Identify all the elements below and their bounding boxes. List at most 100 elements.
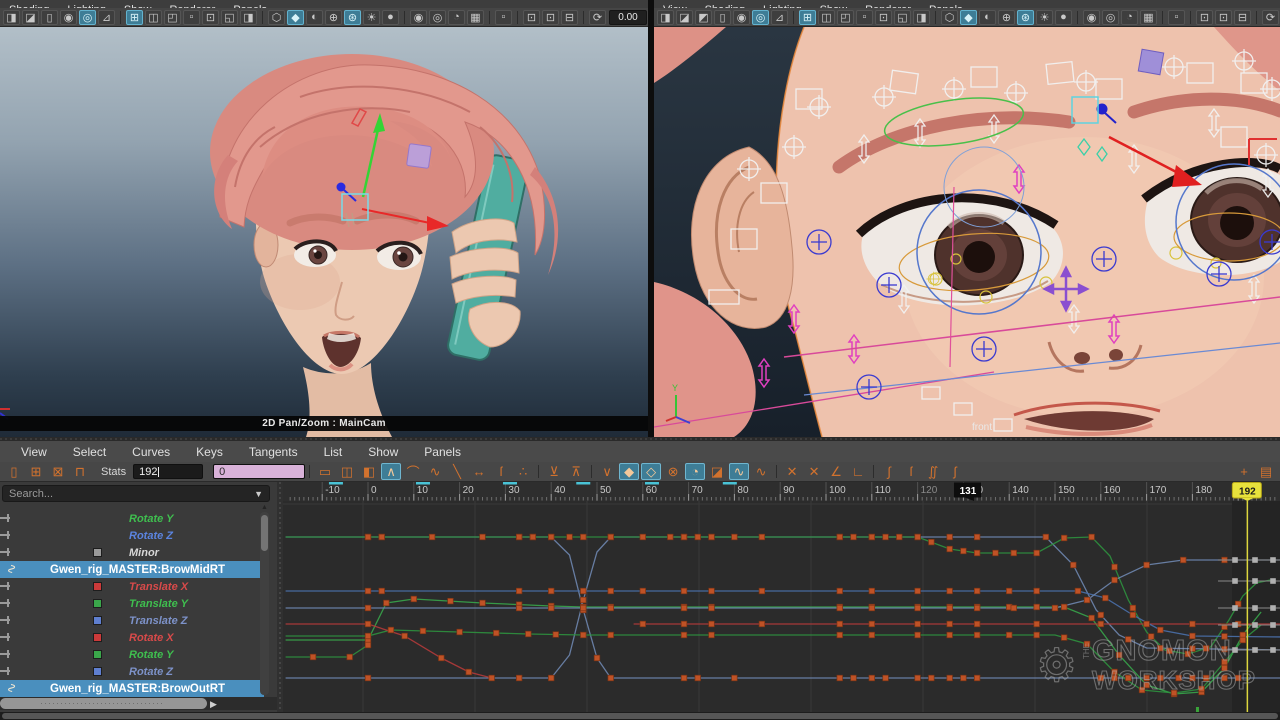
viewport-front[interactable]: ViewShadingLightingShowRendererPanels ◨◪…: [654, 0, 1280, 437]
tree-channel-row[interactable]: Rotate Z: [0, 663, 264, 680]
keyframe[interactable]: [915, 621, 921, 627]
menu-keys[interactable]: Keys: [183, 445, 236, 459]
stats-value-input[interactable]: 0: [213, 464, 305, 479]
toolbar-icon[interactable]: ſ: [491, 463, 511, 480]
pin-channel-icon[interactable]: [0, 548, 11, 556]
toolbar-icon[interactable]: ⊞: [799, 10, 816, 25]
keyframe[interactable]: [1148, 634, 1154, 640]
toolbar-icon[interactable]: ⬡: [268, 10, 285, 25]
keyframe[interactable]: [732, 675, 738, 681]
keyframe[interactable]: [709, 534, 715, 540]
keyframe[interactable]: [384, 600, 390, 606]
channel-color-swatch[interactable]: [93, 650, 102, 659]
viewport-right-toolbar[interactable]: ◨◪◩▯◉◎⊿⊞◫◰▫⊡◱◨⬡◆◐⊕⊛☀●◉◎◔▦▫⊡⊡⊟⟳0.00◑1.00: [654, 8, 1280, 27]
toolbar-icon[interactable]: ⟳: [589, 10, 606, 25]
keyframe[interactable]: [869, 632, 875, 638]
keyframe[interactable]: [915, 675, 921, 681]
keyframe[interactable]: [580, 597, 586, 603]
keyframe[interactable]: [1190, 646, 1196, 652]
keyframe-unselected[interactable]: [1270, 557, 1276, 563]
timeline-bookmark[interactable]: [329, 482, 343, 485]
toolbar-icon[interactable]: ▫: [1168, 10, 1185, 25]
toolbar-icon[interactable]: ↔: [469, 463, 489, 480]
channel-color-swatch[interactable]: [93, 667, 102, 676]
toolbar-icon[interactable]: ⟳: [1262, 10, 1279, 25]
menu-list[interactable]: List: [311, 445, 356, 459]
keyframe[interactable]: [347, 654, 353, 660]
keyframe[interactable]: [1158, 675, 1164, 681]
menu-panels[interactable]: Panels: [224, 3, 276, 8]
toolbar-icon[interactable]: ∴: [513, 463, 533, 480]
keyframe[interactable]: [667, 534, 673, 540]
keyframe[interactable]: [837, 675, 843, 681]
keyframe[interactable]: [1240, 637, 1246, 643]
tree-channel-row[interactable]: Rotate X: [0, 629, 264, 646]
menu-shading[interactable]: Shading: [0, 3, 58, 8]
keyframe[interactable]: [681, 621, 687, 627]
keyframe[interactable]: [869, 534, 875, 540]
toolbar-icon[interactable]: ▤: [1256, 463, 1276, 480]
keyframe[interactable]: [837, 534, 843, 540]
menu-shading[interactable]: Shading: [696, 3, 754, 8]
menu-show[interactable]: Show: [115, 3, 161, 8]
pin-channel-icon[interactable]: [0, 531, 11, 539]
tree-channel-row[interactable]: Translate Y: [0, 595, 264, 612]
channel-color-swatch[interactable]: [93, 616, 102, 625]
keyframe[interactable]: [1139, 687, 1145, 693]
toolbar-icon[interactable]: ⊟: [1234, 10, 1251, 25]
keyframe[interactable]: [837, 632, 843, 638]
pin-channel-icon[interactable]: [0, 599, 11, 607]
keyframe[interactable]: [947, 546, 953, 552]
keyframe[interactable]: [1190, 621, 1196, 627]
keyframe-unselected[interactable]: [1270, 605, 1276, 611]
keyframe[interactable]: [526, 631, 532, 637]
tree-vertical-scrollbar[interactable]: ▲ ▼: [260, 512, 269, 695]
channel-color-swatch[interactable]: [93, 548, 102, 557]
keyframe[interactable]: [1052, 605, 1058, 611]
menu-show[interactable]: Show: [355, 445, 411, 459]
tree-node-row[interactable]: ∿Gwen_rig_MASTER:BrowMidRT: [0, 561, 264, 578]
keyframe[interactable]: [530, 534, 536, 540]
toolbar-icon[interactable]: ▫: [495, 10, 512, 25]
toolbar-icon[interactable]: ⊕: [998, 10, 1015, 25]
keyframe[interactable]: [1084, 597, 1090, 603]
toolbar-icon[interactable]: ◎: [752, 10, 769, 25]
toolbar-icon[interactable]: +: [1234, 463, 1254, 480]
keyframe[interactable]: [1011, 605, 1017, 611]
keyframe[interactable]: [1112, 675, 1118, 681]
keyframe-unselected[interactable]: [1252, 605, 1258, 611]
keyframe[interactable]: [548, 588, 554, 594]
pin-channel-icon[interactable]: [0, 633, 11, 641]
keyframe[interactable]: [1185, 651, 1191, 657]
toolbar-icon[interactable]: ∧: [381, 463, 401, 480]
curve-area[interactable]: -100102030405060708090100110120130140150…: [283, 482, 1280, 712]
keyframe[interactable]: [961, 548, 967, 554]
keyframe[interactable]: [974, 550, 980, 556]
keyframe[interactable]: [1034, 621, 1040, 627]
keyframe[interactable]: [915, 605, 921, 611]
keyframe[interactable]: [1125, 675, 1131, 681]
toolbar-icon[interactable]: ⊡: [1215, 10, 1232, 25]
keyframe-unselected[interactable]: [1252, 622, 1258, 628]
menu-view[interactable]: View: [654, 3, 696, 8]
toolbar-icon[interactable]: ◰: [164, 10, 181, 25]
keyframe[interactable]: [1176, 675, 1182, 681]
keyframe[interactable]: [915, 588, 921, 594]
keyframe[interactable]: [1061, 635, 1067, 641]
keyframe[interactable]: [974, 605, 980, 611]
toolbar-icon[interactable]: ⊛: [344, 10, 361, 25]
toolbar-icon[interactable]: ●: [1055, 10, 1072, 25]
toolbar-icon[interactable]: ☀: [1036, 10, 1053, 25]
keyframe[interactable]: [1144, 675, 1150, 681]
keyframe[interactable]: [548, 675, 554, 681]
toolbar-icon[interactable]: ⊟: [561, 10, 578, 25]
keyframe[interactable]: [1061, 604, 1067, 610]
toolbar-icon[interactable]: ⌒: [403, 463, 423, 480]
keyframe[interactable]: [947, 588, 953, 594]
keyframe[interactable]: [681, 675, 687, 681]
keyframe[interactable]: [365, 605, 371, 611]
menu-panels[interactable]: Panels: [920, 3, 972, 8]
keyframe[interactable]: [947, 534, 953, 540]
toolbar-icon[interactable]: ∟: [848, 463, 868, 480]
toolbar-icon[interactable]: ◨: [240, 10, 257, 25]
